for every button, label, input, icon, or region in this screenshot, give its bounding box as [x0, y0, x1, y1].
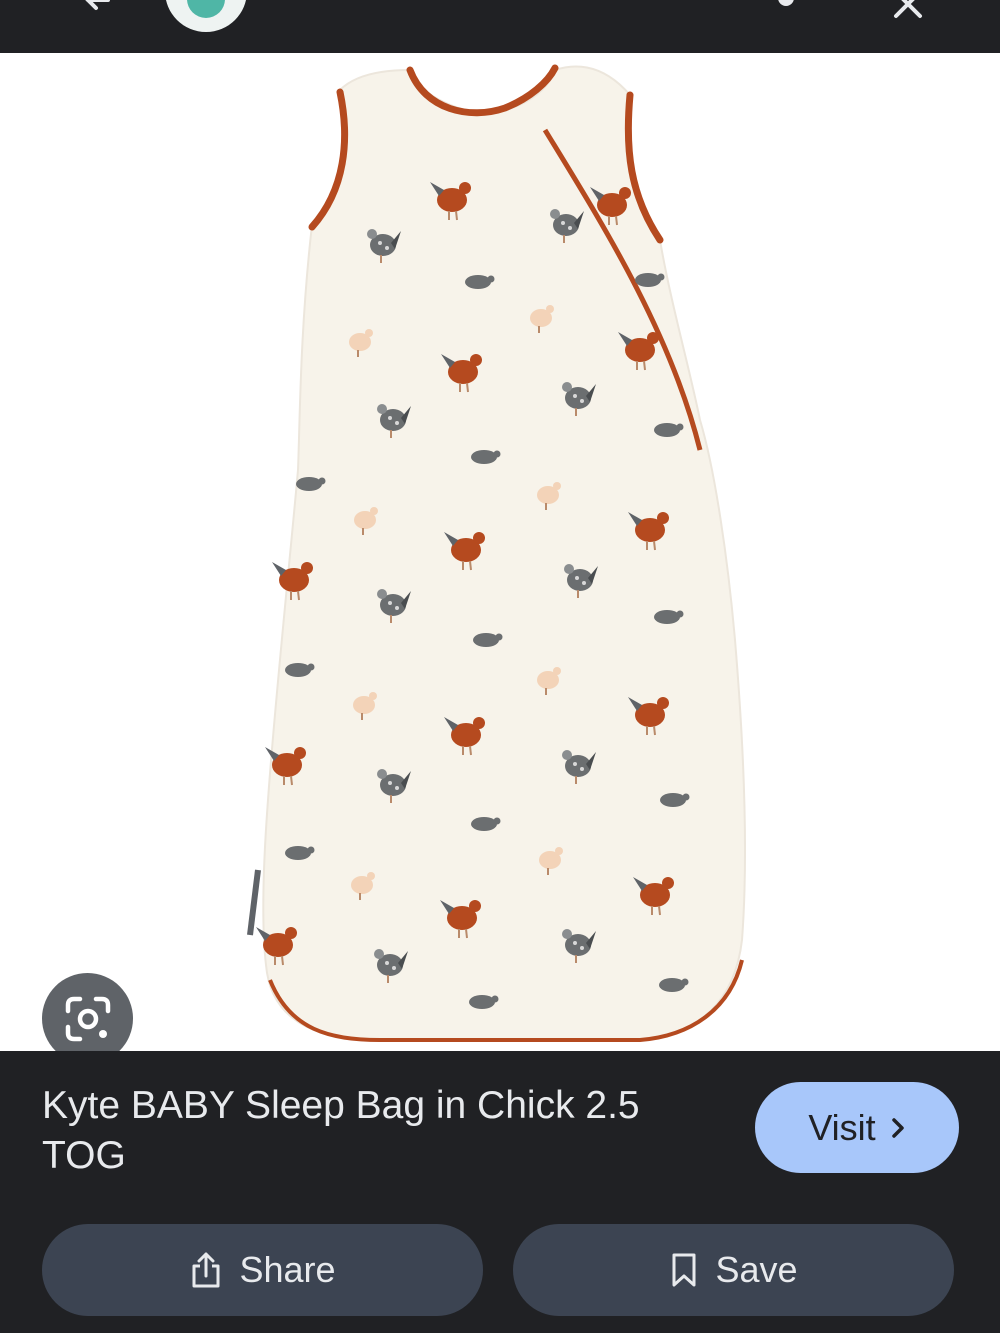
product-title[interactable]: Kyte BABY Sleep Bag in Chick 2.5 TOG	[42, 1081, 722, 1181]
share-label: Share	[239, 1249, 336, 1290]
top-bar	[0, 0, 1000, 53]
result-panel: Kyte BABY Sleep Bag in Chick 2.5 TOG Vis…	[0, 1051, 1000, 1333]
product-image[interactable]	[0, 53, 1000, 1051]
chevron-right-icon	[891, 1117, 904, 1138]
arrow-back-icon[interactable]	[78, 0, 118, 20]
sleep-bag-photo	[247, 64, 747, 1042]
save-label: Save	[715, 1249, 798, 1290]
share-icon	[192, 1252, 220, 1288]
google-lens-icon	[65, 996, 110, 1041]
share-button[interactable]: Share	[42, 1224, 483, 1316]
more-vert-icon[interactable]	[778, 0, 794, 6]
site-logo[interactable]	[165, 0, 247, 32]
visit-label: Visit	[808, 1106, 876, 1148]
save-button[interactable]: Save	[513, 1224, 954, 1316]
bookmark-icon	[672, 1253, 696, 1287]
close-icon[interactable]	[888, 0, 928, 24]
visit-button[interactable]: Visit	[755, 1082, 959, 1173]
